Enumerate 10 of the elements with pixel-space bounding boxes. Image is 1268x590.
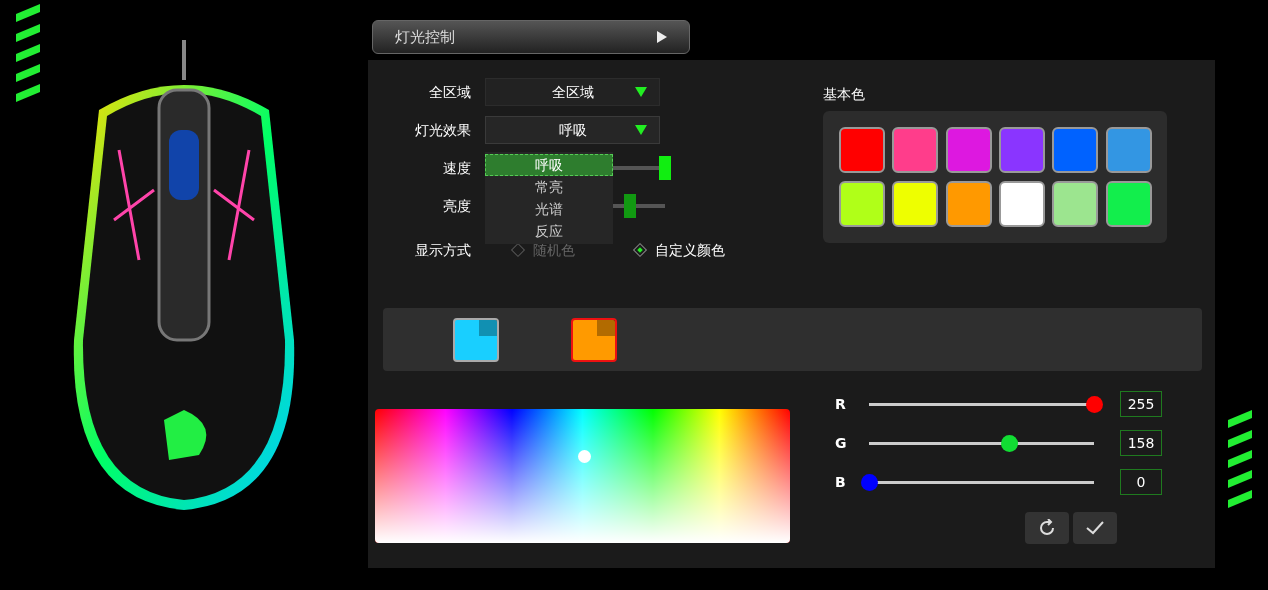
setting-label: 显示方式 xyxy=(414,240,471,260)
setting-label: 亮度 xyxy=(442,196,471,216)
setting-label: 速度 xyxy=(442,158,471,178)
header-title: 灯光控制 xyxy=(395,26,455,48)
basic-colors-title: 基本色 xyxy=(823,85,866,104)
channel-label: R xyxy=(835,394,847,414)
channel-label: G xyxy=(835,433,848,453)
channel-label: B xyxy=(835,472,847,492)
setting-label: 灯光效果 xyxy=(414,120,471,140)
setting-label: 全区域 xyxy=(428,82,471,102)
